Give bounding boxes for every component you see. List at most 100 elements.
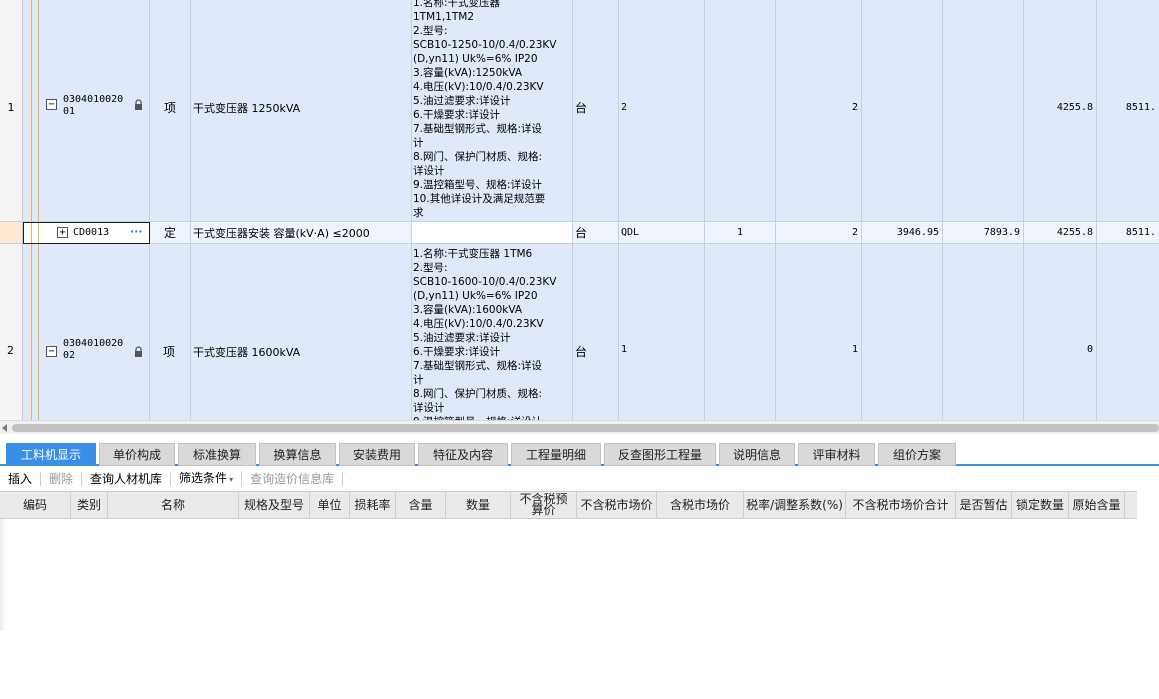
coefficient-cell[interactable]: 1: [705, 222, 776, 244]
amount-cell: 8511.: [1097, 0, 1159, 222]
feature-line: 1.名称:干式变压器 1TM6: [413, 248, 533, 260]
col-name[interactable]: 名称: [108, 492, 239, 518]
lock-icon: [135, 99, 142, 110]
combined-price-cell: [943, 244, 1024, 420]
code-cell[interactable]: − 0304010020 02: [23, 244, 150, 420]
features-cell: [412, 222, 573, 244]
tab-resource-display[interactable]: 工料机显示: [6, 443, 96, 466]
features-cell[interactable]: 1.名称:干式变压器 1TM6 2.型号: SCB10-1600-10/0.4/0.…: [412, 244, 573, 420]
filter-dropdown[interactable]: 筛选条件 ▾: [171, 471, 243, 487]
unit-price-cell: [862, 244, 943, 420]
type-cell: 定: [150, 222, 191, 244]
col-unit[interactable]: 单位: [310, 492, 350, 518]
tab-pricing-scheme[interactable]: 组价方案: [878, 443, 956, 466]
scroll-left-icon[interactable]: [2, 424, 7, 432]
code-cell[interactable]: + CD0013 ···: [23, 222, 150, 244]
left-edge: [0, 519, 6, 631]
tab-conversion-info[interactable]: 换算信息: [259, 443, 336, 466]
feature-line: 3.容量(kVA):1600kVA: [413, 304, 523, 316]
resource-table-header: 编码 类别 名称 规格及型号 单位 损耗率 含量 数量 不含税预 算价 不含税市场价 含税市场价 税率…: [0, 491, 1137, 519]
coefficient-cell: [705, 244, 776, 420]
feature-line: 2.型号:: [413, 24, 448, 37]
col-spec[interactable]: 规格及型号: [239, 492, 310, 518]
scrollbar-thumb[interactable]: [12, 424, 1159, 432]
quantity-expression-cell[interactable]: 2: [619, 0, 705, 222]
feature-line: 4.电压(kV):10/0.4/0.23KV: [413, 318, 544, 330]
name-cell[interactable]: 干式变压器 1250kVA: [191, 0, 412, 222]
tab-graphic-quantity[interactable]: 反查图形工程量: [604, 443, 716, 466]
feature-line: (D,yn11) Uk%=6% IP20: [413, 52, 538, 65]
insert-button[interactable]: 插入: [0, 472, 42, 486]
col-original-content[interactable]: 原始含量: [1069, 492, 1125, 518]
feature-line: 5.油过滤要求:详设计: [413, 94, 511, 107]
feature-line: SCB10-1250-10/0.4/0.23KV: [413, 38, 557, 51]
quantity-expression-cell[interactable]: 1: [619, 244, 705, 420]
chevron-down-icon: ▾: [229, 475, 234, 484]
collapse-icon[interactable]: −: [46, 346, 57, 357]
code-cell[interactable]: − 0304010020 01: [23, 0, 150, 222]
tab-installation-cost[interactable]: 安装费用: [339, 443, 415, 466]
feature-line: 计: [413, 374, 424, 386]
col-locked-qty[interactable]: 锁定数量: [1012, 492, 1069, 518]
feature-line: 10.其他详设计及满足规范要: [413, 192, 546, 205]
delete-button[interactable]: 删除: [41, 472, 83, 486]
tab-review-materials[interactable]: 评审材料: [798, 443, 875, 466]
tab-description[interactable]: 说明信息: [719, 443, 795, 466]
col-category[interactable]: 类别: [71, 492, 108, 518]
col-budget-price[interactable]: 不含税预 算价: [511, 492, 577, 518]
coefficient-cell: [705, 0, 776, 222]
col-quantity[interactable]: 数量: [446, 492, 511, 518]
col-market-price[interactable]: 不含税市场价: [577, 492, 657, 518]
name-cell[interactable]: 干式变压器安装 容量(kV·A) ≤2000: [191, 222, 412, 244]
feature-line: 4.电压(kV):10/0.4/0.23KV: [413, 80, 544, 93]
row-index: 2: [0, 244, 23, 420]
features-cell[interactable]: 1.名称:干式变压器 1TM1,1TM2 2.型号: SCB10-1250-10/0.…: [412, 0, 573, 222]
type-cell: 项: [150, 0, 191, 222]
query-price-info-button[interactable]: 查询造价信息库: [242, 472, 344, 486]
feature-line: 9.温控箱型号、规格:详设计: [413, 178, 543, 191]
quantity-expression-cell[interactable]: QDL: [619, 222, 705, 244]
total-price-cell: 0: [1024, 244, 1097, 420]
bill-grid: 1 − 0304010020 01 项 干式变压器 1250kVA 1.名称:干…: [0, 0, 1159, 420]
tab-quantity-detail[interactable]: 工程量明细: [511, 443, 601, 466]
quantity-cell[interactable]: 1: [776, 244, 862, 420]
detail-tab-bar: 工料机显示 单价构成 标准换算 换算信息 安装费用 特征及内容 工程量明细 反查…: [0, 439, 1159, 466]
collapse-icon[interactable]: −: [46, 99, 57, 110]
feature-line: 1TM1,1TM2: [413, 10, 475, 23]
amount-cell: [1097, 244, 1159, 420]
col-code[interactable]: 编码: [0, 492, 71, 518]
expand-icon[interactable]: +: [57, 227, 68, 238]
col-tax-market-price[interactable]: 含税市场价: [657, 492, 744, 518]
unit-cell: 台: [573, 244, 619, 420]
feature-line: 详设计: [413, 164, 445, 177]
feature-line: 8.网门、保护门材质、规格:: [413, 388, 543, 400]
col-is-estimate[interactable]: 是否暂估: [956, 492, 1012, 518]
feature-line: 7.基础型钢形式、规格:详设: [413, 360, 543, 372]
quantity-cell[interactable]: 2: [776, 0, 862, 222]
tab-unit-price-composition[interactable]: 单价构成: [99, 443, 175, 466]
combined-price-cell: [943, 0, 1024, 222]
resource-toolbar: 插入 删除 查询人材机库 筛选条件 ▾ 查询造价信息库: [0, 468, 1159, 490]
col-tax-rate[interactable]: 税率/调整系数(%): [744, 492, 846, 518]
table-row[interactable]: 1 − 0304010020 01 项 干式变压器 1250kVA 1.名称:干…: [0, 0, 1159, 222]
table-row[interactable]: + CD0013 ··· 定 干式变压器安装 容量(kV·A) ≤2000 台 …: [0, 222, 1159, 244]
unit-price-cell: 3946.95: [862, 222, 943, 244]
row-index: 1: [0, 0, 23, 222]
horizontal-scrollbar[interactable]: [0, 420, 1159, 434]
quantity-cell[interactable]: 2: [776, 222, 862, 244]
tab-standard-conversion[interactable]: 标准换算: [178, 443, 256, 466]
query-library-button[interactable]: 查询人材机库: [82, 472, 172, 486]
combined-price-cell: 7893.9: [943, 222, 1024, 244]
unit-price-cell: [862, 0, 943, 222]
col-content[interactable]: 含量: [396, 492, 446, 518]
table-row[interactable]: 2 − 0304010020 02 项 干式变压器 1600kVA 1.名称:干…: [0, 244, 1159, 420]
more-icon[interactable]: ···: [130, 225, 143, 238]
name-cell[interactable]: 干式变压器 1600kVA: [191, 244, 412, 420]
total-price-cell: 4255.8: [1024, 0, 1097, 222]
total-price-cell: 4255.8: [1024, 222, 1097, 244]
feature-line: 求: [413, 206, 424, 219]
tab-features-content[interactable]: 特征及内容: [418, 443, 508, 466]
col-market-total[interactable]: 不含税市场价合计: [846, 492, 956, 518]
feature-line: 1.名称:干式变压器: [413, 0, 501, 9]
col-loss-rate[interactable]: 损耗率: [350, 492, 396, 518]
